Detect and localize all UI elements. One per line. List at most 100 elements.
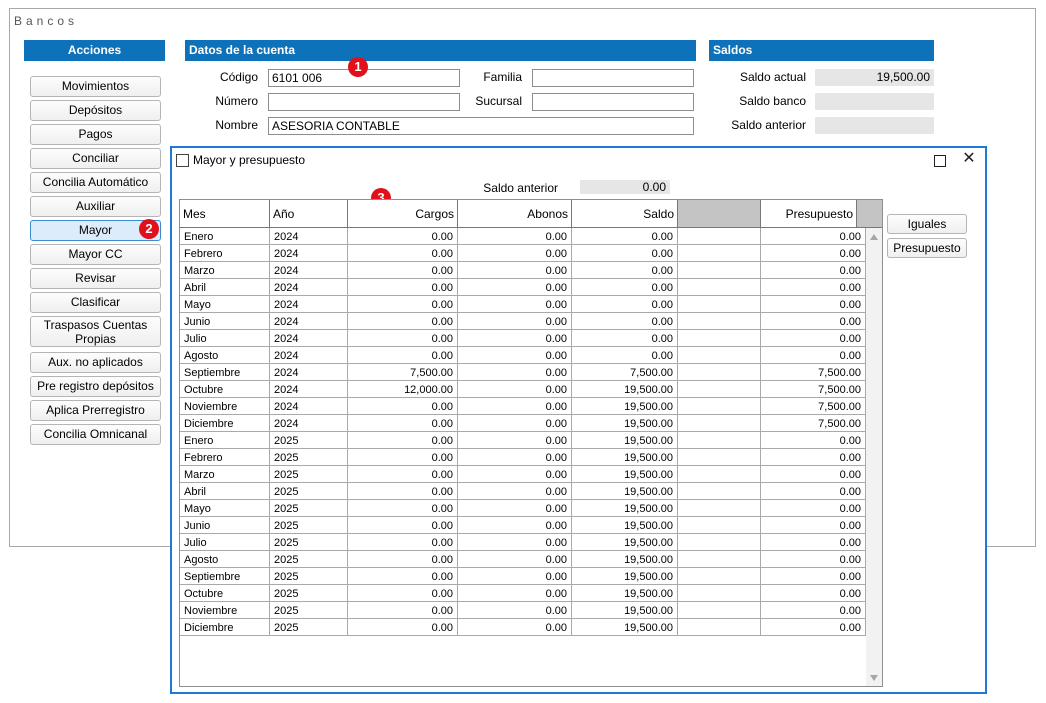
nombre-field[interactable]: ASESORIA CONTABLE	[268, 117, 694, 135]
nombre-label: Nombre	[215, 118, 258, 132]
cell-mes: Julio	[180, 534, 270, 551]
table-row[interactable]: Octubre 2024 12,000.00 0.00 19,500.00 7,500.0…	[180, 381, 866, 398]
table-row[interactable]: Octubre 2025 0.00 0.00 19,500.00 0.00	[180, 585, 866, 602]
scroll-down-icon[interactable]	[870, 675, 878, 681]
dialog-title: Mayor y presupuesto	[193, 153, 306, 167]
col-mes-header[interactable]: Mes	[180, 200, 270, 228]
table-row[interactable]: Abril 2024 0.00 0.00 0.00 0.00	[180, 279, 866, 296]
saldo-banco-value	[815, 93, 934, 110]
table-row[interactable]: Junio 2024 0.00 0.00 0.00 0.00	[180, 313, 866, 330]
cell-cargos: 7,500.00	[348, 364, 458, 381]
close-icon[interactable]: ✕	[960, 150, 978, 168]
cell-presupuesto: 0.00	[761, 296, 866, 313]
cell-blank	[678, 279, 761, 296]
table-row[interactable]: Marzo 2024 0.00 0.00 0.00 0.00	[180, 262, 866, 279]
cell-mes: Abril	[180, 279, 270, 296]
cell-anio: 2025	[270, 449, 348, 466]
cell-presupuesto: 0.00	[761, 500, 866, 517]
scroll-up-icon[interactable]	[870, 234, 878, 240]
cell-presupuesto: 0.00	[761, 313, 866, 330]
acciones-header: Acciones	[24, 40, 165, 61]
cell-cargos: 0.00	[348, 449, 458, 466]
table-row[interactable]: Marzo 2025 0.00 0.00 19,500.00 0.00	[180, 466, 866, 483]
table-row[interactable]: Enero 2025 0.00 0.00 19,500.00 0.00	[180, 432, 866, 449]
accion-button-concilia-omnicanal[interactable]: Concilia Omnicanal	[30, 424, 161, 445]
accion-button-aux-no-aplicados[interactable]: Aux. no aplicados	[30, 352, 161, 373]
cell-presupuesto: 0.00	[761, 534, 866, 551]
step-badge-2: 2	[139, 219, 159, 239]
accion-button-conciliar[interactable]: Conciliar	[30, 148, 161, 169]
accion-button-aplica-prerregistro[interactable]: Aplica Prerregistro	[30, 400, 161, 421]
saldo-anterior-label: Saldo anterior	[483, 181, 558, 195]
cell-mes: Noviembre	[180, 602, 270, 619]
cell-saldo: 19,500.00	[572, 517, 678, 534]
cell-cargos: 0.00	[348, 347, 458, 364]
cell-abonos: 0.00	[458, 415, 572, 432]
table-row[interactable]: Noviembre 2025 0.00 0.00 19,500.00 0.00	[180, 602, 866, 619]
cell-mes: Febrero	[180, 245, 270, 262]
cell-blank	[678, 449, 761, 466]
table-row[interactable]: Junio 2025 0.00 0.00 19,500.00 0.00	[180, 517, 866, 534]
accion-button-clasificar[interactable]: Clasificar	[30, 292, 161, 313]
col-saldo-header[interactable]: Saldo	[572, 200, 678, 228]
accion-button-traspasos-cuentas-propias[interactable]: Traspasos Cuentas Propias	[30, 316, 161, 347]
table-row[interactable]: Noviembre 2024 0.00 0.00 19,500.00 7,500.00	[180, 398, 866, 415]
col-anio-header[interactable]: Año	[270, 200, 348, 228]
col-presupuesto-header[interactable]: Presupuesto	[761, 200, 857, 228]
table-row[interactable]: Diciembre 2025 0.00 0.00 19,500.00 0.00	[180, 619, 866, 636]
cell-presupuesto: 0.00	[761, 483, 866, 500]
cell-cargos: 0.00	[348, 585, 458, 602]
table-row[interactable]: Diciembre 2024 0.00 0.00 19,500.00 7,500.00	[180, 415, 866, 432]
vertical-scrollbar[interactable]	[866, 228, 882, 686]
accion-button-pagos[interactable]: Pagos	[30, 124, 161, 145]
table-row[interactable]: Septiembre 2025 0.00 0.00 19,500.00 0.00	[180, 568, 866, 585]
table-row[interactable]: Julio 2025 0.00 0.00 19,500.00 0.00	[180, 534, 866, 551]
window-icon	[176, 154, 189, 167]
sucursal-field[interactable]	[532, 93, 694, 111]
accion-button-revisar[interactable]: Revisar	[30, 268, 161, 289]
numero-field[interactable]	[268, 93, 460, 111]
cell-blank	[678, 313, 761, 330]
accion-button-concilia-automático[interactable]: Concilia Automático	[30, 172, 161, 193]
cell-cargos: 0.00	[348, 415, 458, 432]
accion-button-movimientos[interactable]: Movimientos	[30, 76, 161, 97]
table-row[interactable]: Mayo 2025 0.00 0.00 19,500.00 0.00	[180, 500, 866, 517]
cell-anio: 2025	[270, 619, 348, 636]
accion-button-mayor-cc[interactable]: Mayor CC	[30, 244, 161, 265]
table-row[interactable]: Enero 2024 0.00 0.00 0.00 0.00	[180, 228, 866, 245]
cell-presupuesto: 7,500.00	[761, 364, 866, 381]
cell-anio: 2025	[270, 602, 348, 619]
cell-cargos: 0.00	[348, 313, 458, 330]
cell-anio: 2024	[270, 330, 348, 347]
familia-field[interactable]	[532, 69, 694, 87]
cell-cargos: 0.00	[348, 330, 458, 347]
table-row[interactable]: Septiembre 2024 7,500.00 0.00 7,500.00 7,500.…	[180, 364, 866, 381]
cell-cargos: 0.00	[348, 500, 458, 517]
cell-abonos: 0.00	[458, 483, 572, 500]
cell-cargos: 0.00	[348, 245, 458, 262]
col-cargos-header[interactable]: Cargos	[348, 200, 458, 228]
table-row[interactable]: Agosto 2025 0.00 0.00 19,500.00 0.00	[180, 551, 866, 568]
table-row[interactable]: Febrero 2024 0.00 0.00 0.00 0.00	[180, 245, 866, 262]
presupuesto-button[interactable]: Presupuesto	[887, 238, 967, 258]
iguales-button[interactable]: Iguales	[887, 214, 967, 234]
maximize-icon[interactable]	[930, 151, 948, 169]
saldo-actual-label: Saldo actual	[739, 70, 806, 84]
accion-button-auxiliar[interactable]: Auxiliar	[30, 196, 161, 217]
cell-mes: Septiembre	[180, 364, 270, 381]
cell-abonos: 0.00	[458, 262, 572, 279]
table-row[interactable]: Julio 2024 0.00 0.00 0.00 0.00	[180, 330, 866, 347]
col-abonos-header[interactable]: Abonos	[458, 200, 572, 228]
cell-anio: 2024	[270, 415, 348, 432]
cell-blank	[678, 432, 761, 449]
accion-button-depósitos[interactable]: Depósitos	[30, 100, 161, 121]
cell-mes: Enero	[180, 228, 270, 245]
table-row[interactable]: Mayo 2024 0.00 0.00 0.00 0.00	[180, 296, 866, 313]
cell-blank	[678, 381, 761, 398]
cell-mes: Febrero	[180, 449, 270, 466]
cell-saldo: 7,500.00	[572, 364, 678, 381]
accion-button-pre-registro-depósitos[interactable]: Pre registro depósitos	[30, 376, 161, 397]
table-row[interactable]: Abril 2025 0.00 0.00 19,500.00 0.00	[180, 483, 866, 500]
table-row[interactable]: Febrero 2025 0.00 0.00 19,500.00 0.00	[180, 449, 866, 466]
table-row[interactable]: Agosto 2024 0.00 0.00 0.00 0.00	[180, 347, 866, 364]
